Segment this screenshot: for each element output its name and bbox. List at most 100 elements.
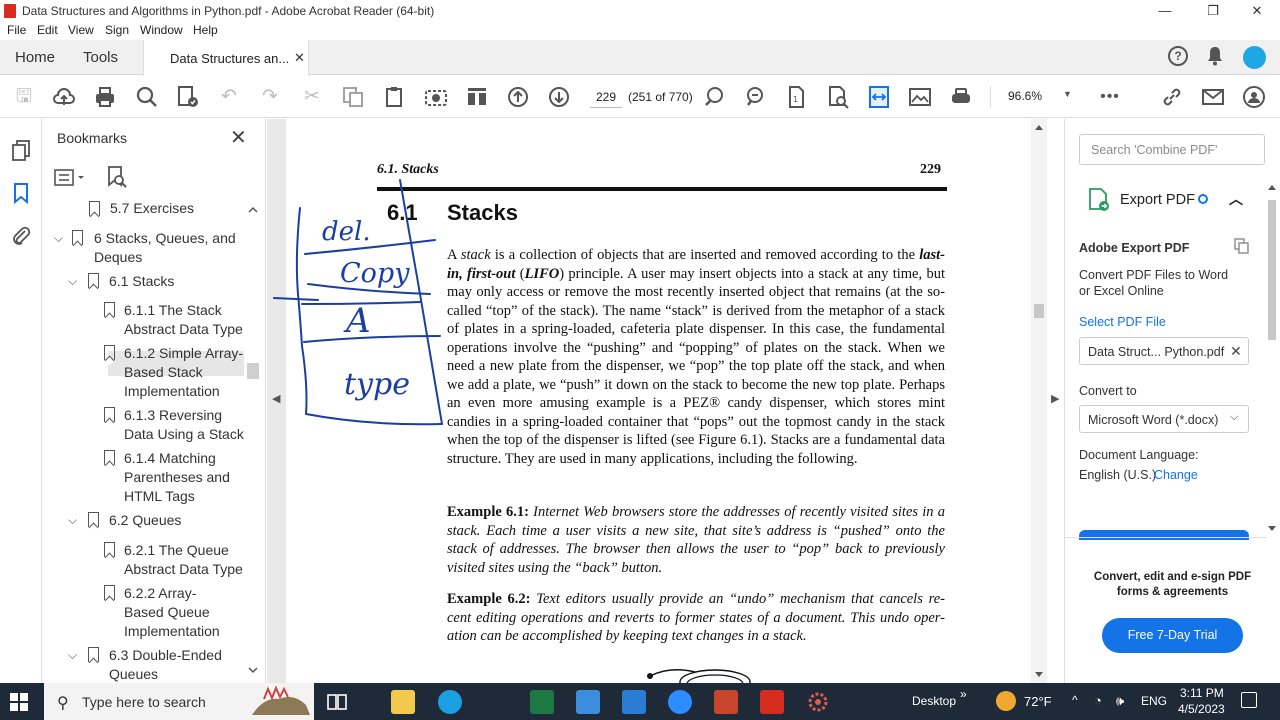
convert-format-dropdown[interactable]: Microsoft Word (*.docx) ⌵	[1079, 405, 1249, 433]
taskbar-chevron[interactable]: »	[960, 687, 967, 701]
bookmark-item[interactable]: 5.7 Exercises	[42, 201, 252, 223]
chevron-up-icon[interactable]: ︿	[1229, 189, 1243, 209]
bookmark-tree: 5.7 Exercises ⌵ 6 Stacks, Queues, and De…	[42, 201, 252, 683]
free-trial-button[interactable]: Free 7-Day Trial	[1102, 618, 1243, 653]
desktop-toolbar-label[interactable]: Desktop	[912, 694, 956, 708]
bookmarks-scrollbar[interactable]	[247, 205, 259, 675]
more-tools-icon[interactable]: •••	[1098, 85, 1122, 109]
bookmark-item[interactable]: ⌵ 6.2 Queues	[42, 511, 252, 533]
file-explorer-icon[interactable]	[391, 690, 415, 714]
excel-icon[interactable]	[530, 690, 554, 714]
tab-tools[interactable]: Tools	[83, 49, 118, 66]
minimize-button[interactable]: —	[1142, 0, 1188, 22]
edit-pdf-icon[interactable]	[908, 85, 932, 109]
bookmark-item[interactable]: 6.1.3 Reversing Data Using a Stack	[42, 406, 252, 446]
expand-right-pane-icon[interactable]: ▶	[1051, 392, 1059, 405]
change-language-link[interactable]: Change	[1154, 468, 1198, 482]
close-window-button[interactable]: ✕	[1234, 0, 1280, 22]
mail-icon[interactable]	[622, 690, 646, 714]
bookmark-item[interactable]: 6.1.4 Matching Parentheses and HTML Tags	[42, 449, 252, 509]
fit-page-icon[interactable]: 1	[784, 85, 808, 109]
select-pdf-file-link[interactable]: Select PDF File	[1079, 315, 1166, 329]
document-scrollbar[interactable]	[1031, 119, 1047, 683]
tab-home[interactable]: Home	[15, 49, 55, 66]
tray-up-arrow-icon[interactable]: ^	[1072, 693, 1078, 707]
menu-window[interactable]: Window	[140, 23, 183, 37]
snapshot-icon[interactable]	[424, 85, 448, 109]
selected-file-field[interactable]: Data Struct... Python.pdf ✕	[1079, 337, 1249, 365]
profile-avatar-icon[interactable]	[1243, 46, 1266, 69]
export-pdf-header[interactable]: Export PDF ︿	[1079, 185, 1259, 215]
bell-icon[interactable]	[1207, 46, 1223, 66]
clock-date[interactable]: 4/5/2023	[1178, 702, 1225, 716]
zoom-app-icon[interactable]	[668, 690, 692, 714]
clock-time[interactable]: 3:11 PM	[1180, 686, 1224, 700]
zoom-out-icon[interactable]	[743, 85, 767, 109]
bookmark-item-selected[interactable]: ⌵ 6.1 Stacks	[42, 272, 252, 294]
combine-pdf-search-input[interactable]: Search 'Combine PDF'	[1079, 134, 1265, 165]
search-document-icon[interactable]	[826, 85, 850, 109]
bookmark-options-icon[interactable]	[54, 168, 88, 188]
bookmark-item[interactable]: 6.1.1 The Stack Abstract Data Type	[42, 301, 252, 341]
email-icon[interactable]	[1201, 85, 1225, 109]
menu-help[interactable]: Help	[193, 23, 218, 37]
share-link-icon[interactable]	[1160, 85, 1184, 109]
dinosaur-search-highlight-icon	[252, 685, 310, 715]
powerpoint-icon[interactable]	[714, 690, 738, 714]
accessibility-check-icon[interactable]	[176, 85, 200, 109]
task-view-icon[interactable]	[325, 690, 349, 714]
acrobat-taskbar-icon[interactable]	[760, 690, 784, 714]
weather-temperature[interactable]: 72°F	[1024, 694, 1052, 709]
print-icon[interactable]	[93, 85, 117, 109]
close-tab-icon[interactable]: ✕	[294, 50, 305, 66]
wifi-icon[interactable]: ◔	[1094, 693, 1102, 708]
input-language[interactable]: ENG	[1141, 694, 1167, 708]
next-page-icon[interactable]	[547, 85, 571, 109]
bookmark-item[interactable]: 6.2.1 The Queue Abstract Data Type	[42, 541, 252, 581]
edge-browser-icon[interactable]	[438, 690, 462, 714]
add-user-icon[interactable]	[1242, 85, 1266, 109]
volume-icon[interactable]: 🕪	[1116, 693, 1124, 709]
menu-view[interactable]: View	[68, 23, 94, 37]
settings-gear-icon[interactable]	[806, 690, 830, 714]
page-number-input[interactable]	[590, 86, 622, 108]
bookmark-item[interactable]: ⌵ 6 Stacks, Queues, and Deques	[42, 229, 252, 269]
bookmark-item[interactable]: 6.2.2 Array-Based Queue Implementation	[42, 584, 252, 644]
bookmark-panel-icon[interactable]	[10, 182, 32, 204]
menu-edit[interactable]: Edit	[37, 23, 58, 37]
redo-icon[interactable]: ↷	[258, 85, 282, 109]
windows-start-icon[interactable]	[10, 693, 28, 711]
save-icon[interactable]: 🖫	[12, 85, 36, 109]
bookmark-item[interactable]: ⌵ 6.3 Double-Ended Queues	[42, 646, 252, 683]
find-icon[interactable]	[135, 85, 159, 109]
bookmark-item[interactable]: 6.1.2 Simple Array-Based Stack Implement…	[42, 344, 252, 404]
paste-icon[interactable]	[382, 85, 406, 109]
previous-page-icon[interactable]	[506, 85, 530, 109]
zoom-dropdown[interactable]: 96.6% ▼	[1008, 89, 1078, 103]
close-bookmarks-icon[interactable]: ✕	[230, 125, 247, 150]
attachment-icon[interactable]	[10, 225, 32, 247]
tab-document[interactable]: Data Structures an... ✕	[143, 40, 309, 76]
taskbar-search-box[interactable]: ⚲ Type here to search	[44, 683, 314, 720]
upload-cloud-icon[interactable]	[52, 85, 76, 109]
maximize-button[interactable]: ❐	[1190, 0, 1236, 22]
clear-file-icon[interactable]: ✕	[1230, 343, 1242, 360]
organize-pages-icon[interactable]	[465, 85, 489, 109]
find-bookmark-icon[interactable]	[106, 165, 128, 189]
copy-icon[interactable]	[341, 85, 365, 109]
undo-icon[interactable]: ↶	[217, 85, 241, 109]
copy-small-icon[interactable]	[1234, 238, 1250, 254]
pages-icon[interactable]	[10, 139, 32, 161]
menu-file[interactable]: File	[7, 23, 26, 37]
read-aloud-icon[interactable]	[949, 85, 973, 109]
marquee-zoom-icon[interactable]	[702, 85, 726, 109]
cut-icon[interactable]: ✂	[300, 85, 324, 109]
fit-width-icon[interactable]	[867, 85, 891, 109]
tools-pane-scrollbar[interactable]	[1266, 180, 1278, 538]
notification-icon[interactable]	[1241, 692, 1257, 708]
sticky-app-icon[interactable]	[576, 690, 600, 714]
convert-button-partial[interactable]	[1079, 530, 1249, 540]
menu-sign[interactable]: Sign	[105, 23, 129, 37]
help-icon[interactable]: ?	[1168, 46, 1188, 66]
weather-icon[interactable]	[996, 691, 1016, 711]
